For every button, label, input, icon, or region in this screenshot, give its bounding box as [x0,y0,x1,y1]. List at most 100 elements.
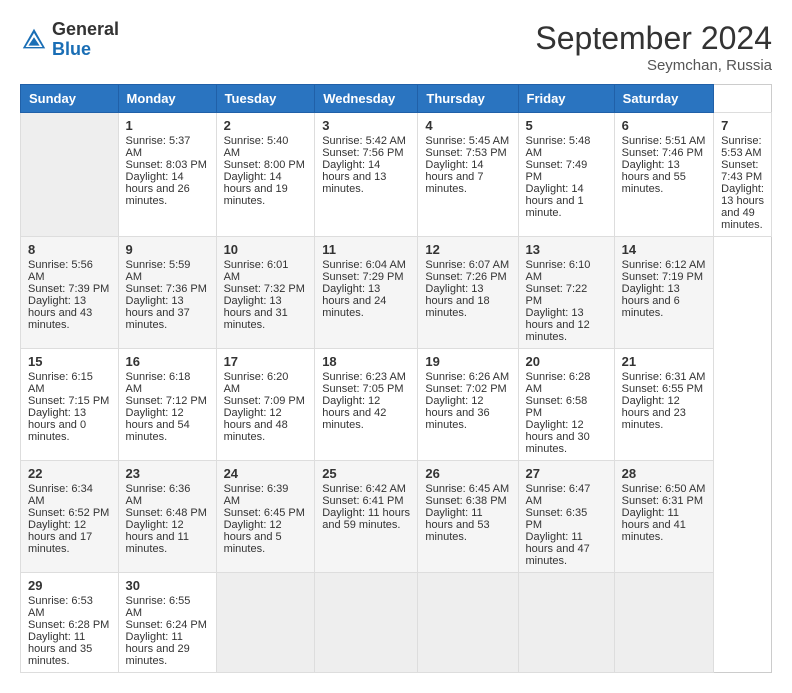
sunset-label: Sunset: 7:29 PM [322,271,403,283]
day-number: 28 [622,466,706,481]
daylight-label: Daylight: 12 hours and 11 minutes. [126,519,189,555]
sunrise-label: Sunrise: 6:12 AM [622,259,706,271]
day-number: 25 [322,466,410,481]
day-number: 23 [126,466,209,481]
daylight-label: Daylight: 11 hours and 41 minutes. [622,507,686,543]
sunrise-label: Sunrise: 6:45 AM [425,483,509,495]
sunrise-label: Sunrise: 6:10 AM [526,259,591,283]
sunrise-label: Sunrise: 6:20 AM [224,371,289,395]
calendar-cell [216,573,315,673]
day-number: 8 [28,242,111,257]
sunrise-label: Sunrise: 6:04 AM [322,259,406,271]
title-block: September 2024 Seymchan, Russia [535,20,772,74]
daylight-label: Daylight: 12 hours and 30 minutes. [526,419,590,455]
calendar-cell [418,573,518,673]
sunset-label: Sunset: 6:31 PM [622,495,703,507]
calendar-cell: 28 Sunrise: 6:50 AM Sunset: 6:31 PM Dayl… [614,461,713,573]
sunrise-label: Sunrise: 6:07 AM [425,259,509,271]
day-number: 3 [322,118,410,133]
sunrise-label: Sunrise: 6:42 AM [322,483,406,495]
daylight-label: Daylight: 13 hours and 0 minutes. [28,407,86,443]
calendar-cell: 16 Sunrise: 6:18 AM Sunset: 7:12 PM Dayl… [118,349,216,461]
daylight-label: Daylight: 13 hours and 12 minutes. [526,307,590,343]
sunrise-label: Sunrise: 6:34 AM [28,483,93,507]
day-number: 27 [526,466,607,481]
sunset-label: Sunset: 6:48 PM [126,507,207,519]
sunset-label: Sunset: 7:15 PM [28,395,109,407]
calendar-cell: 22 Sunrise: 6:34 AM Sunset: 6:52 PM Dayl… [21,461,119,573]
daylight-label: Daylight: 12 hours and 5 minutes. [224,519,282,555]
daylight-label: Daylight: 12 hours and 23 minutes. [622,395,686,431]
calendar-cell [21,113,119,237]
daylight-label: Daylight: 12 hours and 48 minutes. [224,407,288,443]
sunrise-label: Sunrise: 6:01 AM [224,259,289,283]
day-number: 5 [526,118,607,133]
calendar-cell [315,573,418,673]
day-number: 7 [721,118,764,133]
sunset-label: Sunset: 6:58 PM [526,395,588,419]
daylight-label: Daylight: 13 hours and 55 minutes. [622,159,686,195]
week-row-1: 1 Sunrise: 5:37 AM Sunset: 8:03 PM Dayli… [21,113,772,237]
daylight-label: Daylight: 14 hours and 13 minutes. [322,159,386,195]
sunset-label: Sunset: 7:36 PM [126,283,207,295]
month-title: September 2024 [535,20,772,57]
sunset-label: Sunset: 6:55 PM [622,383,703,395]
sunset-label: Sunset: 7:49 PM [526,159,588,183]
sunset-label: Sunset: 6:28 PM [28,619,109,631]
daylight-label: Daylight: 12 hours and 54 minutes. [126,407,190,443]
calendar-cell: 14 Sunrise: 6:12 AM Sunset: 7:19 PM Dayl… [614,237,713,349]
sunrise-label: Sunrise: 6:18 AM [126,371,191,395]
day-number: 24 [224,466,308,481]
calendar-header-row: SundayMondayTuesdayWednesdayThursdayFrid… [21,85,772,113]
calendar-cell: 15 Sunrise: 6:15 AM Sunset: 7:15 PM Dayl… [21,349,119,461]
week-row-2: 8 Sunrise: 5:56 AM Sunset: 7:39 PM Dayli… [21,237,772,349]
sunset-label: Sunset: 7:22 PM [526,283,588,307]
sunrise-label: Sunrise: 6:26 AM [425,371,509,383]
week-row-5: 29 Sunrise: 6:53 AM Sunset: 6:28 PM Dayl… [21,573,772,673]
col-header-saturday: Saturday [614,85,713,113]
sunrise-label: Sunrise: 5:48 AM [526,135,591,159]
daylight-label: Daylight: 11 hours and 29 minutes. [126,631,190,667]
sunrise-label: Sunrise: 6:36 AM [126,483,191,507]
day-number: 26 [425,466,510,481]
sunrise-label: Sunrise: 6:53 AM [28,595,93,619]
day-number: 16 [126,354,209,369]
daylight-label: Daylight: 12 hours and 17 minutes. [28,519,92,555]
day-number: 19 [425,354,510,369]
sunset-label: Sunset: 6:52 PM [28,507,109,519]
sunrise-label: Sunrise: 5:53 AM [721,135,761,159]
calendar-cell: 26 Sunrise: 6:45 AM Sunset: 6:38 PM Dayl… [418,461,518,573]
day-number: 4 [425,118,510,133]
calendar-cell: 5 Sunrise: 5:48 AM Sunset: 7:49 PM Dayli… [518,113,614,237]
calendar-cell: 29 Sunrise: 6:53 AM Sunset: 6:28 PM Dayl… [21,573,119,673]
sunset-label: Sunset: 8:00 PM [224,159,305,171]
sunrise-label: Sunrise: 6:31 AM [622,371,706,383]
calendar-cell [614,573,713,673]
location: Seymchan, Russia [535,57,772,74]
daylight-label: Daylight: 13 hours and 24 minutes. [322,283,386,319]
sunrise-label: Sunrise: 6:55 AM [126,595,191,619]
daylight-label: Daylight: 13 hours and 31 minutes. [224,295,288,331]
calendar-cell: 8 Sunrise: 5:56 AM Sunset: 7:39 PM Dayli… [21,237,119,349]
day-number: 13 [526,242,607,257]
calendar-cell: 3 Sunrise: 5:42 AM Sunset: 7:56 PM Dayli… [315,113,418,237]
day-number: 6 [622,118,706,133]
day-number: 29 [28,578,111,593]
sunset-label: Sunset: 7:46 PM [622,147,703,159]
day-number: 18 [322,354,410,369]
calendar-cell: 9 Sunrise: 5:59 AM Sunset: 7:36 PM Dayli… [118,237,216,349]
daylight-label: Daylight: 13 hours and 18 minutes. [425,283,489,319]
calendar-cell: 21 Sunrise: 6:31 AM Sunset: 6:55 PM Dayl… [614,349,713,461]
sunset-label: Sunset: 7:56 PM [322,147,403,159]
sunrise-label: Sunrise: 5:37 AM [126,135,191,159]
logo: General Blue [20,20,119,60]
day-number: 20 [526,354,607,369]
day-number: 15 [28,354,111,369]
calendar-cell: 24 Sunrise: 6:39 AM Sunset: 6:45 PM Dayl… [216,461,315,573]
sunset-label: Sunset: 8:03 PM [126,159,207,171]
logo-icon [20,26,48,54]
sunrise-label: Sunrise: 5:42 AM [322,135,406,147]
logo-blue-text: Blue [52,39,91,59]
week-row-3: 15 Sunrise: 6:15 AM Sunset: 7:15 PM Dayl… [21,349,772,461]
sunset-label: Sunset: 7:05 PM [322,383,403,395]
